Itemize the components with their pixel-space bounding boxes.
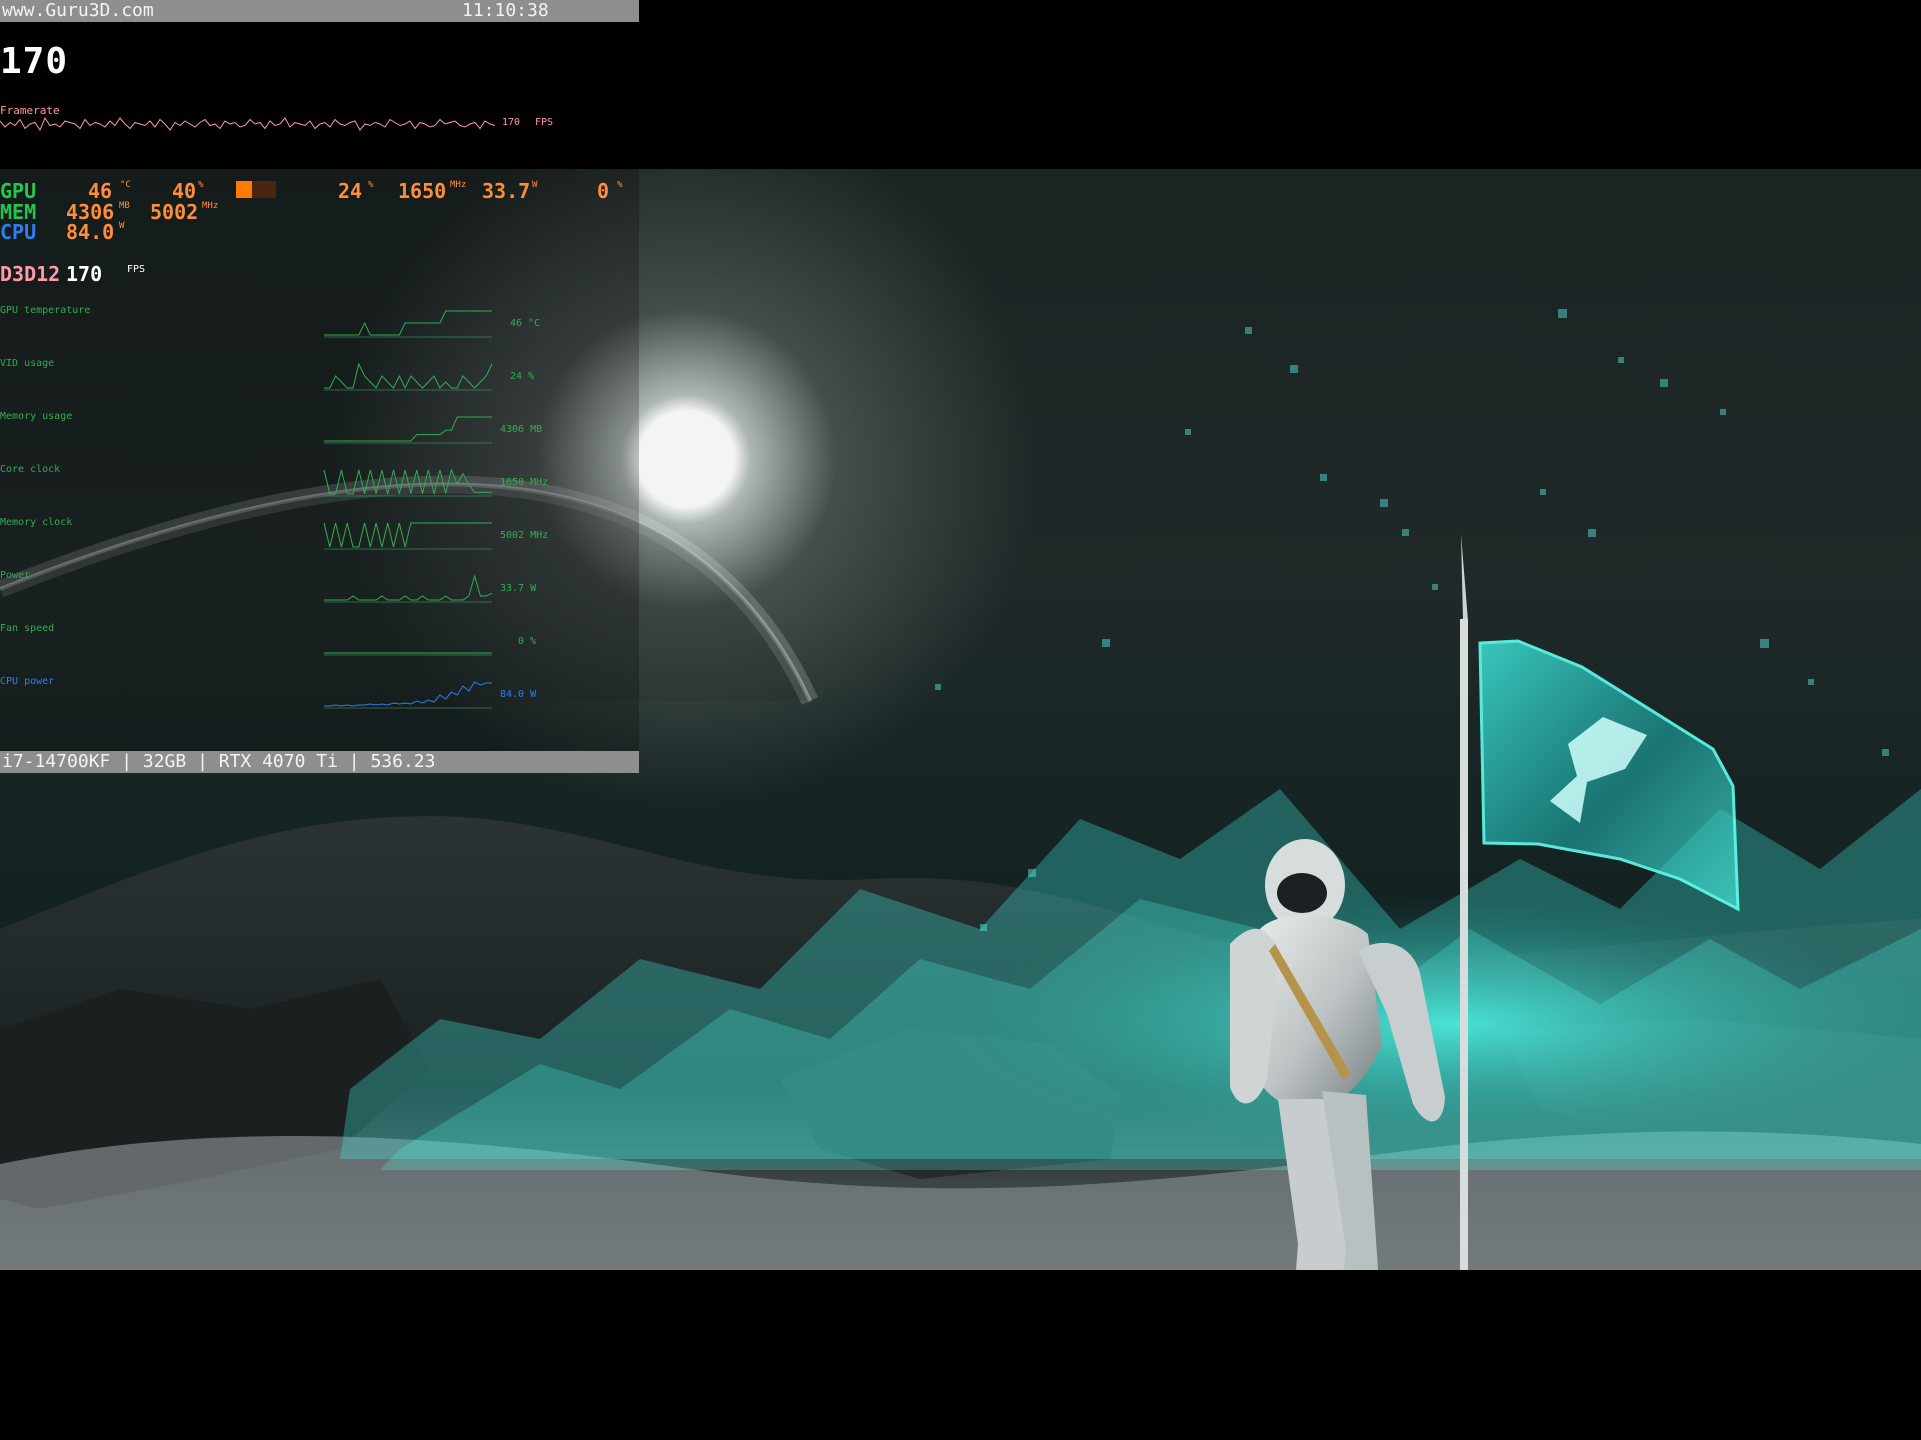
clock-time: 11:10:38 bbox=[462, 0, 549, 21]
framerate-value: 170 bbox=[502, 117, 521, 128]
framerate-label: Framerate bbox=[0, 104, 60, 117]
game-scene bbox=[0, 169, 1921, 1270]
overlay-title-bar: www.Guru3D.com 11:10:38 bbox=[0, 0, 639, 22]
framerate-line bbox=[0, 116, 496, 132]
site-label: www.Guru3D.com bbox=[2, 0, 154, 21]
letterbox-bottom-bar bbox=[0, 1270, 1921, 1440]
large-fps-counter: 170 bbox=[0, 41, 69, 82]
framerate-unit: FPS bbox=[535, 117, 554, 128]
moon-landscape-artwork bbox=[0, 309, 1921, 1270]
framerate-graph bbox=[0, 116, 496, 132]
